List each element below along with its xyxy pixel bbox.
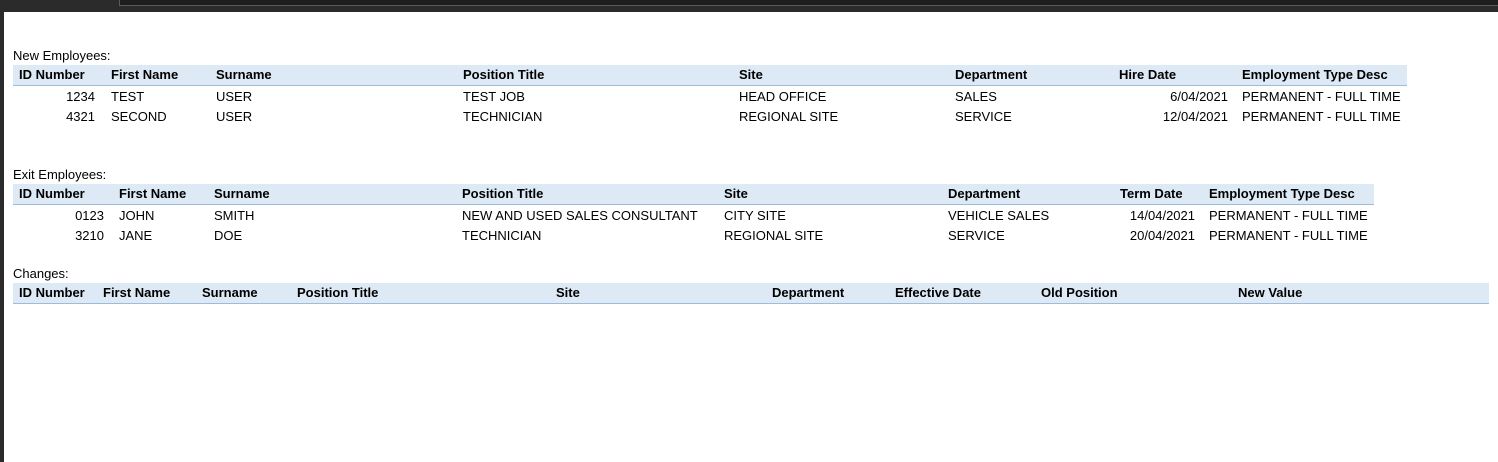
column-header: ID Number <box>19 186 85 201</box>
column-header: Hire Date <box>1119 67 1177 82</box>
column-header: Employment Type Desc <box>1209 186 1355 201</box>
employment-type-cell: PERMANENT - FULL TIME <box>1209 208 1368 223</box>
column-header: Site <box>556 285 580 300</box>
first-name-cell: JOHN <box>119 208 155 223</box>
department-cell: SERVICE <box>955 109 1012 124</box>
changes-title: Changes: <box>13 266 69 281</box>
column-header: ID Number <box>19 285 85 300</box>
column-header: Term Date <box>1120 186 1183 201</box>
first-name-cell: TEST <box>111 89 145 104</box>
column-header: First Name <box>119 186 187 201</box>
department-cell: VEHICLE SALES <box>948 208 1050 223</box>
column-header: Site <box>724 186 748 201</box>
table-row: 3210 JANE DOE TECHNICIAN REGIONAL SITE S… <box>13 226 1374 246</box>
new-employees-header-row: ID Number First Name Surname Position Ti… <box>13 65 1407 86</box>
table-row: 4321 SECOND USER TECHNICIAN REGIONAL SIT… <box>13 107 1407 127</box>
site-cell: REGIONAL SITE <box>739 109 839 124</box>
column-header: Site <box>739 67 763 82</box>
column-header: Surname <box>202 285 258 300</box>
employment-type-cell: PERMANENT - FULL TIME <box>1242 89 1401 104</box>
column-header: Position Title <box>463 67 545 82</box>
column-header: Department <box>948 186 1021 201</box>
department-cell: SERVICE <box>948 228 1005 243</box>
surname-cell: SMITH <box>214 208 255 223</box>
position-cell: TECHNICIAN <box>463 109 543 124</box>
table-row: 1234 TEST USER TEST JOB HEAD OFFICE SALE… <box>13 87 1407 107</box>
term-date-cell: 14/04/2021 <box>1129 208 1195 223</box>
exit-employees-title: Exit Employees: <box>13 167 107 182</box>
surname-cell: USER <box>216 109 253 124</box>
id-cell: 4321 <box>66 109 95 124</box>
changes-header-row: ID Number First Name Surname Position Ti… <box>13 283 1489 304</box>
column-header: First Name <box>103 285 171 300</box>
id-cell: 0123 <box>75 208 104 223</box>
hire-date-cell: 6/04/2021 <box>1170 89 1228 104</box>
term-date-cell: 20/04/2021 <box>1129 228 1195 243</box>
column-header: Department <box>955 67 1028 82</box>
exit-employees-header-row: ID Number First Name Surname Position Ti… <box>13 184 1374 205</box>
column-header: Old Position <box>1041 285 1118 300</box>
column-header: New Value <box>1238 285 1303 300</box>
column-header: Employment Type Desc <box>1242 67 1388 82</box>
formula-bar[interactable] <box>119 0 1498 6</box>
employment-type-cell: PERMANENT - FULL TIME <box>1209 228 1368 243</box>
employment-type-cell: PERMANENT - FULL TIME <box>1242 109 1401 124</box>
table-row: 0123 JOHN SMITH NEW AND USED SALES CONSU… <box>13 206 1374 226</box>
first-name-cell: JANE <box>119 228 153 243</box>
column-header: Position Title <box>462 186 544 201</box>
site-cell: CITY SITE <box>724 208 786 223</box>
position-cell: TEST JOB <box>463 89 525 104</box>
site-cell: HEAD OFFICE <box>739 89 827 104</box>
position-cell: NEW AND USED SALES CONSULTANT <box>462 208 698 223</box>
column-header: Surname <box>216 67 272 82</box>
column-header: ID Number <box>19 67 85 82</box>
column-header: First Name <box>111 67 179 82</box>
department-cell: SALES <box>955 89 997 104</box>
id-cell: 1234 <box>66 89 95 104</box>
surname-cell: USER <box>216 89 253 104</box>
column-header: Surname <box>214 186 270 201</box>
first-name-cell: SECOND <box>111 109 167 124</box>
surname-cell: DOE <box>214 228 243 243</box>
id-cell: 3210 <box>75 228 104 243</box>
column-header: Position Title <box>297 285 379 300</box>
new-employees-title: New Employees: <box>13 48 111 63</box>
position-cell: TECHNICIAN <box>462 228 542 243</box>
site-cell: REGIONAL SITE <box>724 228 824 243</box>
report-sheet: New Employees: ID Number First Name Surn… <box>4 12 1498 462</box>
hire-date-cell: 12/04/2021 <box>1162 109 1228 124</box>
column-header: Department <box>772 285 845 300</box>
column-header: Effective Date <box>895 285 981 300</box>
window-top-bar <box>0 0 1498 12</box>
